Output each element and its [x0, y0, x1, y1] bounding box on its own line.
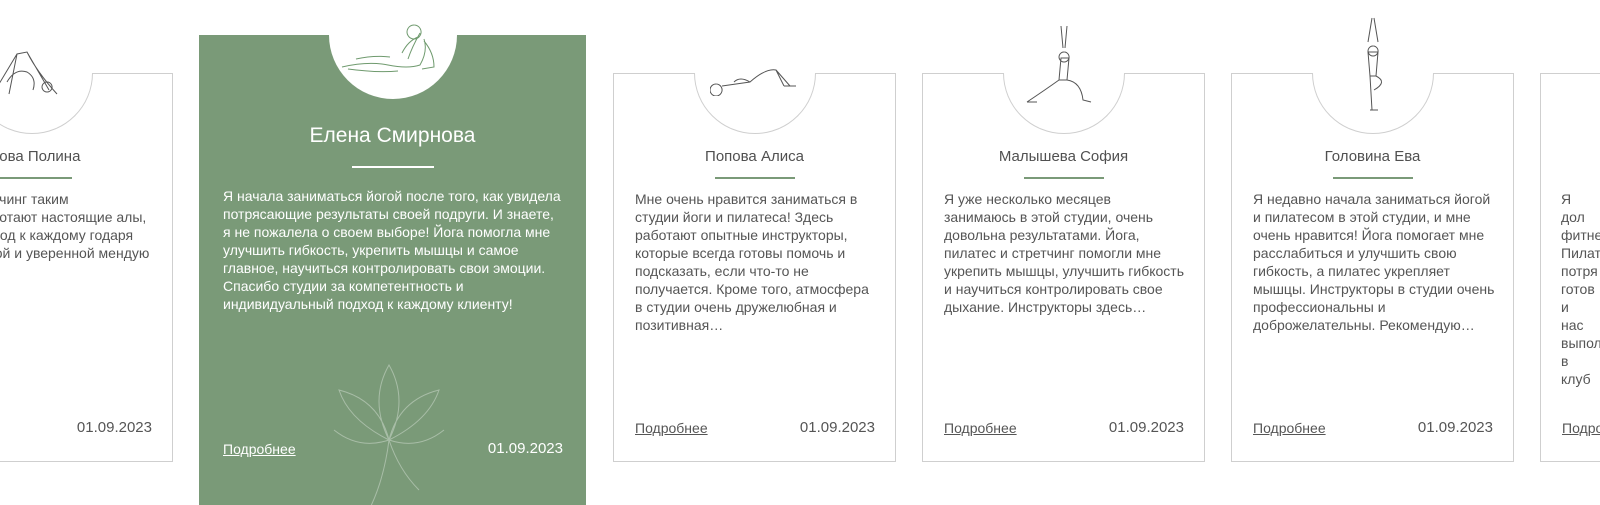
review-text: Я уже несколько месяцев занимаюсь в этой…: [944, 191, 1184, 315]
review-date: 01.09.2023: [487, 440, 563, 457]
review-card: Головина Ева Я недавно начала заниматься…: [1231, 17, 1514, 462]
cobra-pose-icon: [341, 24, 435, 73]
review-card: арова Полина умала, что стретчинг таким …: [0, 51, 173, 462]
more-link[interactable]: Подробнее: [1253, 420, 1326, 436]
reviewer-name: Малышева София: [998, 148, 1129, 165]
tree-pose-icon: [1366, 17, 1382, 111]
review-date: 01.09.2023: [76, 419, 152, 436]
name-divider: [351, 166, 434, 168]
lotus-flower-icon: [333, 363, 445, 505]
review-card: Попова Алиса Мне очень нравится занимать…: [613, 69, 896, 462]
review-date: 01.09.2023: [799, 419, 875, 436]
name-divider: [1332, 177, 1413, 179]
review-text: Я дол фитне Пилат потря готов и нас выпо…: [1561, 191, 1600, 387]
more-link[interactable]: Подробнее: [635, 420, 708, 436]
reviewer-name: Елена Смирнова: [309, 124, 476, 147]
name-divider: [1023, 177, 1104, 179]
review-date: 01.09.2023: [1417, 419, 1493, 436]
review-card-featured: Елена Смирнова Я начала заниматься йогой…: [199, 24, 586, 505]
testimonials-carousel: арова Полина умала, что стретчинг таким …: [0, 0, 1600, 505]
review-card: Я дол фитне Пилат потря готов и нас выпо…: [1540, 73, 1600, 462]
reviewer-name: арова Полина: [0, 148, 81, 165]
review-card: Малышева София Я уже несколько месяцев з…: [922, 25, 1205, 462]
review-text: Мне очень нравится заниматься в студии й…: [635, 191, 869, 333]
reviewer-name: Головина Ева: [1324, 148, 1421, 165]
bridge-pose-icon: [709, 69, 796, 96]
more-link[interactable]: Подробнее: [944, 420, 1017, 436]
reviewer-name: Попова Алиса: [705, 148, 804, 165]
downward-dog-pose-icon: [0, 51, 57, 95]
crescent-lunge-pose-icon: [1026, 25, 1091, 103]
review-text: Я недавно начала заниматься йогой и пила…: [1253, 191, 1495, 333]
more-link[interactable]: Подробнее: [1562, 420, 1600, 436]
name-divider: [0, 177, 72, 179]
more-link[interactable]: Подробнее: [223, 441, 296, 457]
name-divider: [714, 177, 795, 179]
review-text: умала, что стретчинг таким увлекательным…: [0, 191, 150, 261]
review-date: 01.09.2023: [1108, 419, 1184, 436]
review-text: Я начала заниматься йогой после того, ка…: [223, 188, 561, 312]
